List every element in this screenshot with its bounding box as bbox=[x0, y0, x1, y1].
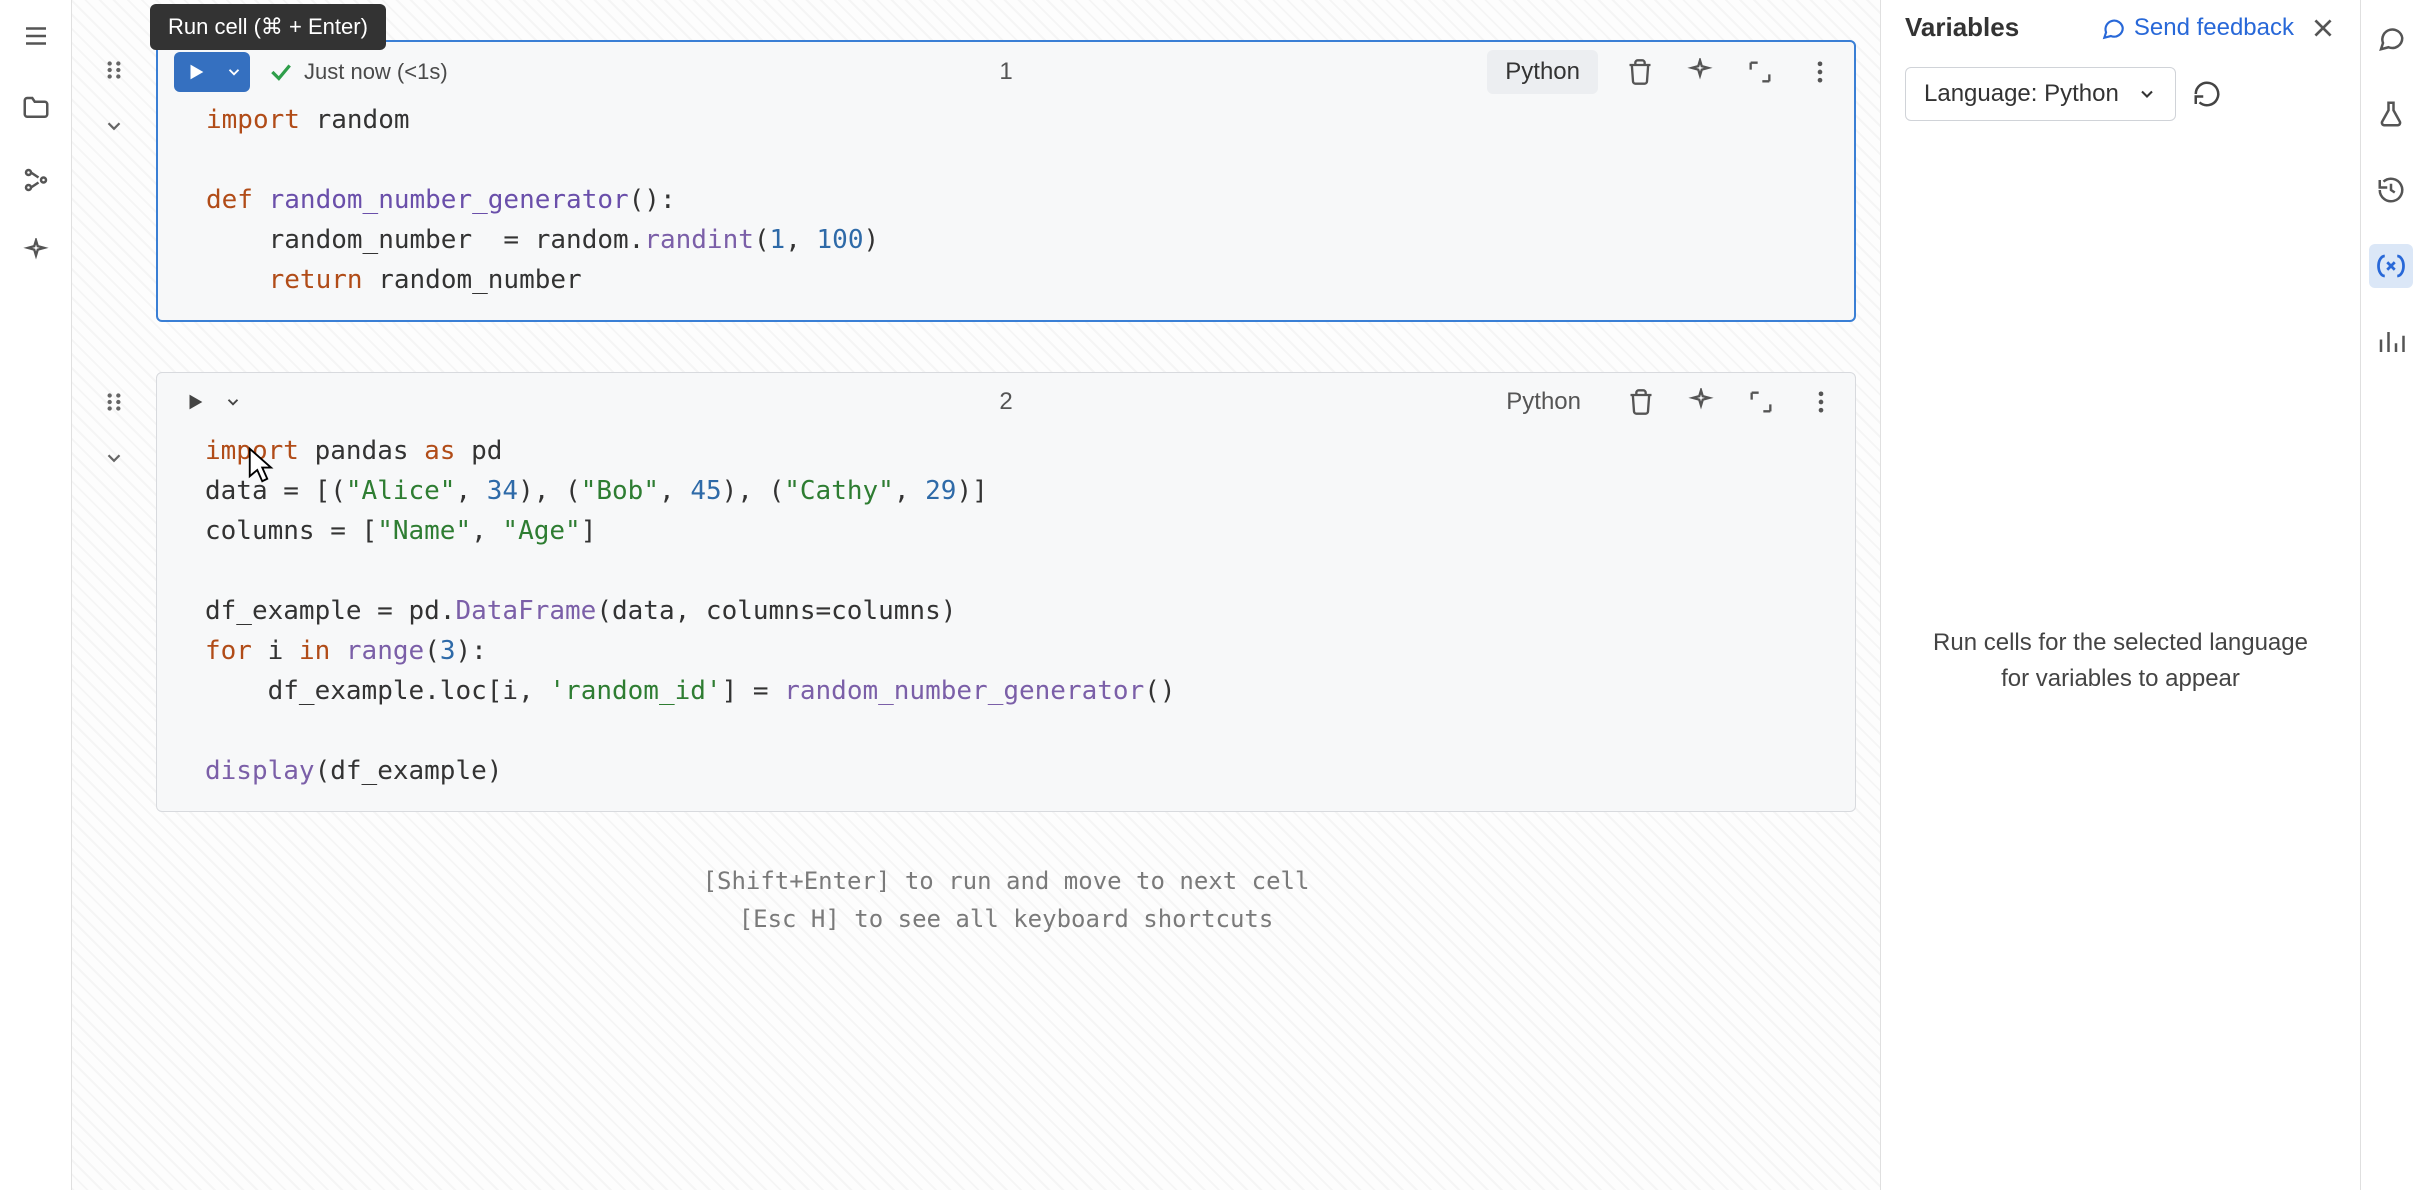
execution-status: Just now (<1s) bbox=[268, 59, 448, 85]
chevron-down-icon bbox=[2137, 84, 2157, 104]
language-selector-label: Language: Python bbox=[1924, 80, 2119, 108]
code-editor[interactable]: import random def random_number_generato… bbox=[158, 100, 1854, 320]
run-button[interactable] bbox=[173, 382, 217, 422]
sparkle-action-icon[interactable] bbox=[1682, 54, 1718, 90]
run-menu-chevron-icon[interactable] bbox=[218, 52, 250, 92]
history-icon[interactable] bbox=[2369, 168, 2413, 212]
cell-number: 1 bbox=[999, 58, 1012, 86]
cell-toolbar: Just now (<1s) 1 Python bbox=[158, 42, 1854, 100]
drag-handle-icon[interactable] bbox=[96, 384, 132, 420]
status-text: Just now (<1s) bbox=[304, 59, 448, 85]
chat-icon[interactable] bbox=[2369, 16, 2413, 60]
feedback-label: Send feedback bbox=[2134, 14, 2294, 42]
trash-icon[interactable] bbox=[1622, 54, 1658, 90]
variables-icon[interactable] bbox=[2369, 244, 2413, 288]
flask-icon[interactable] bbox=[2369, 92, 2413, 136]
tree-icon[interactable] bbox=[16, 160, 56, 200]
collapse-icon[interactable] bbox=[96, 108, 132, 144]
more-icon[interactable] bbox=[1803, 384, 1839, 420]
run-cell-tooltip: Run cell (⌘ + Enter) bbox=[150, 4, 386, 50]
right-rail bbox=[2360, 0, 2420, 1190]
collapse-icon[interactable] bbox=[96, 440, 132, 476]
keyboard-hints: [Shift+Enter] to run and move to next ce… bbox=[156, 862, 1856, 938]
cell-block-2: 2 Python bbox=[156, 372, 1856, 812]
folder-icon[interactable] bbox=[16, 88, 56, 128]
sparkle-icon[interactable] bbox=[16, 232, 56, 272]
run-menu-chevron-icon[interactable] bbox=[217, 382, 249, 422]
run-button[interactable] bbox=[174, 52, 218, 92]
panel-title: Variables bbox=[1905, 12, 2019, 43]
chart-icon[interactable] bbox=[2369, 320, 2413, 364]
cell-number: 2 bbox=[999, 388, 1012, 416]
drag-handle-icon[interactable] bbox=[96, 52, 132, 88]
code-editor[interactable]: import pandas as pd data = [("Alice", 34… bbox=[157, 431, 1855, 811]
cell-toolbar: 2 Python bbox=[157, 373, 1855, 431]
hint-line: [Shift+Enter] to run and move to next ce… bbox=[156, 862, 1856, 900]
code-cell[interactable]: Just now (<1s) 1 Python bbox=[156, 40, 1856, 322]
more-icon[interactable] bbox=[1802, 54, 1838, 90]
refresh-icon[interactable] bbox=[2192, 79, 2222, 109]
run-button-group bbox=[174, 52, 250, 92]
language-selector[interactable]: Language: Python bbox=[1905, 67, 2176, 121]
trash-icon[interactable] bbox=[1623, 384, 1659, 420]
left-rail bbox=[0, 0, 72, 1190]
success-check-icon bbox=[268, 59, 294, 85]
send-feedback-link[interactable]: Send feedback bbox=[2100, 14, 2294, 42]
cell-block-1: Just now (<1s) 1 Python bbox=[156, 40, 1856, 322]
variables-panel: Variables Send feedback Language: Python… bbox=[1880, 0, 2360, 1190]
notebook-area: Run cell (⌘ + Enter) bbox=[72, 0, 1880, 1190]
variables-empty-message: Run cells for the selected language for … bbox=[1905, 625, 2336, 697]
sparkle-action-icon[interactable] bbox=[1683, 384, 1719, 420]
expand-icon[interactable] bbox=[1743, 384, 1779, 420]
language-badge[interactable]: Python bbox=[1488, 380, 1599, 424]
close-icon[interactable] bbox=[2310, 15, 2336, 41]
expand-icon[interactable] bbox=[1742, 54, 1778, 90]
language-badge[interactable]: Python bbox=[1487, 50, 1598, 94]
code-cell[interactable]: 2 Python bbox=[156, 372, 1856, 812]
run-button-group bbox=[173, 382, 249, 422]
list-icon[interactable] bbox=[16, 16, 56, 56]
hint-line: [Esc H] to see all keyboard shortcuts bbox=[156, 900, 1856, 938]
